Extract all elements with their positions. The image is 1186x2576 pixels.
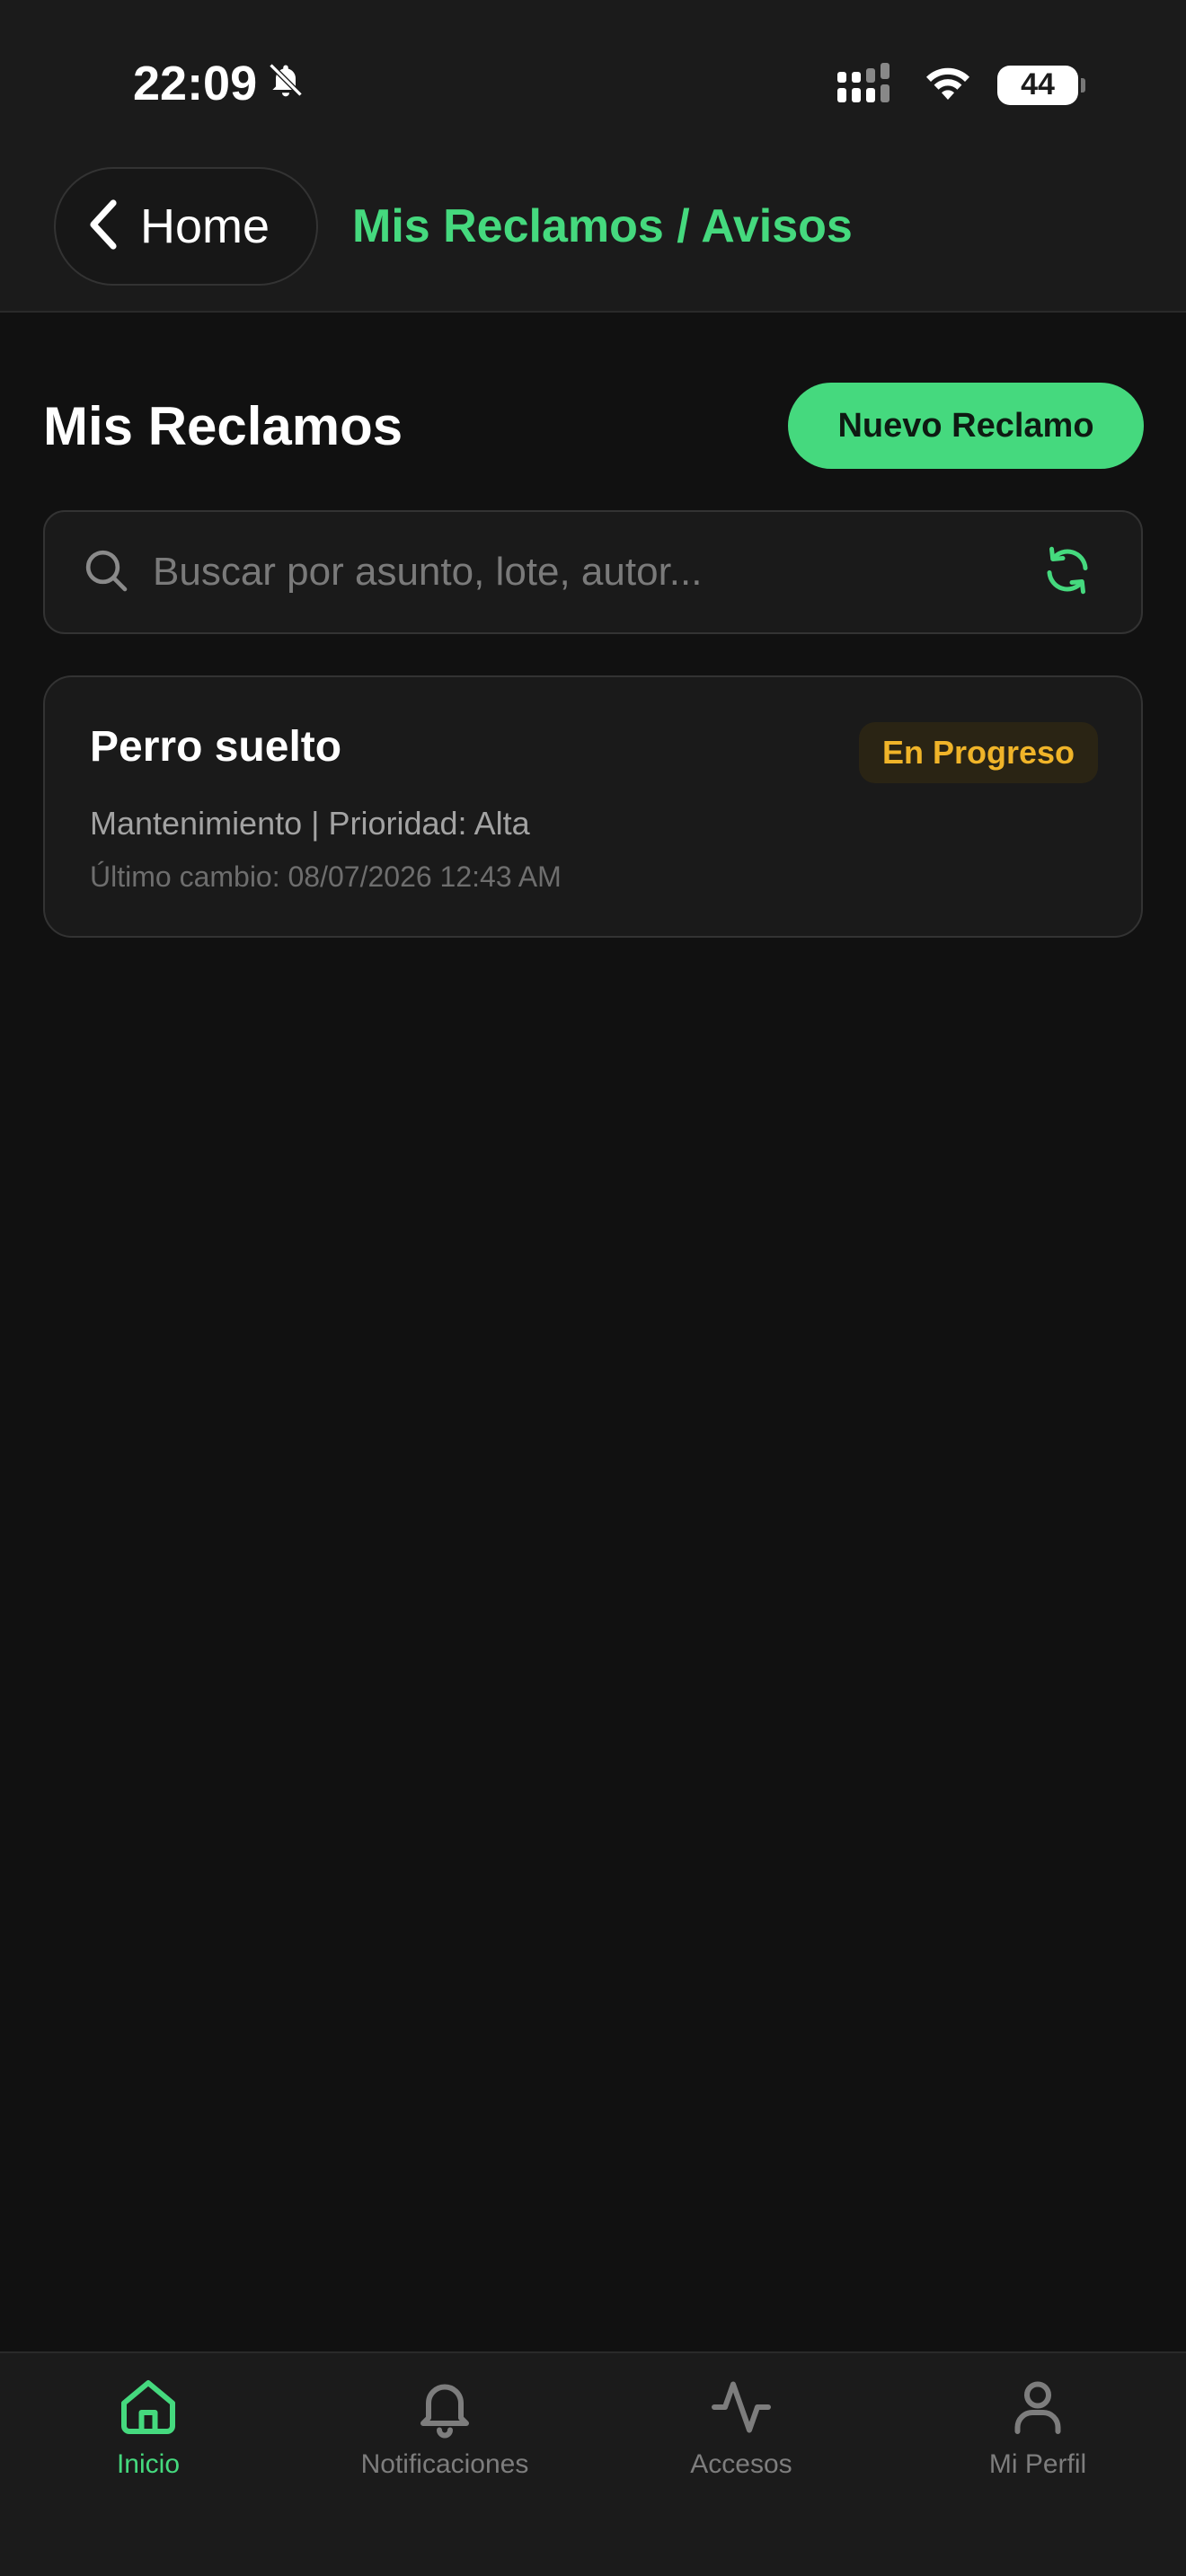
- tab-accesos[interactable]: Accesos: [593, 2353, 890, 2576]
- search-icon: [81, 545, 131, 600]
- tab-notificaciones[interactable]: Notificaciones: [296, 2353, 593, 2576]
- wifi-icon: [922, 63, 974, 107]
- bell-icon: [412, 2375, 477, 2444]
- status-time-text: 22:09: [133, 57, 258, 110]
- activity-icon: [709, 2375, 774, 2444]
- cellular-signal-icon: [837, 63, 898, 107]
- search-bar: [43, 510, 1143, 634]
- page-title: Mis Reclamos: [43, 396, 403, 456]
- back-button[interactable]: Home: [54, 167, 318, 286]
- bottom-tab-bar: Inicio Notificaciones Accesos Mi Perfil: [0, 2351, 1186, 2576]
- battery-level: 44: [1021, 67, 1055, 101]
- tab-label: Notificaciones: [360, 2449, 529, 2479]
- tab-label: Inicio: [116, 2449, 181, 2479]
- claim-title: Perro suelto: [90, 723, 342, 771]
- claim-updated: Último cambio: 08/07/2026 12:43 AM: [90, 860, 562, 893]
- tab-mi-perfil[interactable]: Mi Perfil: [890, 2353, 1186, 2576]
- tab-label: Accesos: [690, 2449, 792, 2479]
- tab-inicio[interactable]: Inicio: [0, 2353, 296, 2576]
- top-bar: 22:09 44 Home Mis Reclamos / Avisos: [0, 0, 1186, 313]
- home-icon: [116, 2375, 181, 2444]
- refresh-icon[interactable]: [1040, 543, 1094, 602]
- new-claim-button[interactable]: Nuevo Reclamo: [788, 383, 1144, 469]
- claim-meta: Mantenimiento | Prioridad: Alta: [90, 805, 530, 842]
- claim-card[interactable]: Perro suelto En Progreso Mantenimiento |…: [43, 675, 1143, 938]
- chevron-left-icon: [86, 198, 119, 256]
- tab-label: Mi Perfil: [988, 2449, 1087, 2479]
- bell-muted-icon: [266, 56, 305, 111]
- search-input[interactable]: [153, 512, 1040, 632]
- back-button-label: Home: [140, 199, 270, 253]
- status-indicators: 44: [837, 63, 1085, 107]
- status-time: 22:09: [133, 56, 305, 111]
- status-badge: En Progreso: [858, 722, 1098, 783]
- user-icon: [1005, 2375, 1070, 2444]
- battery-indicator: 44: [997, 65, 1085, 105]
- header-title: Mis Reclamos / Avisos: [352, 200, 853, 252]
